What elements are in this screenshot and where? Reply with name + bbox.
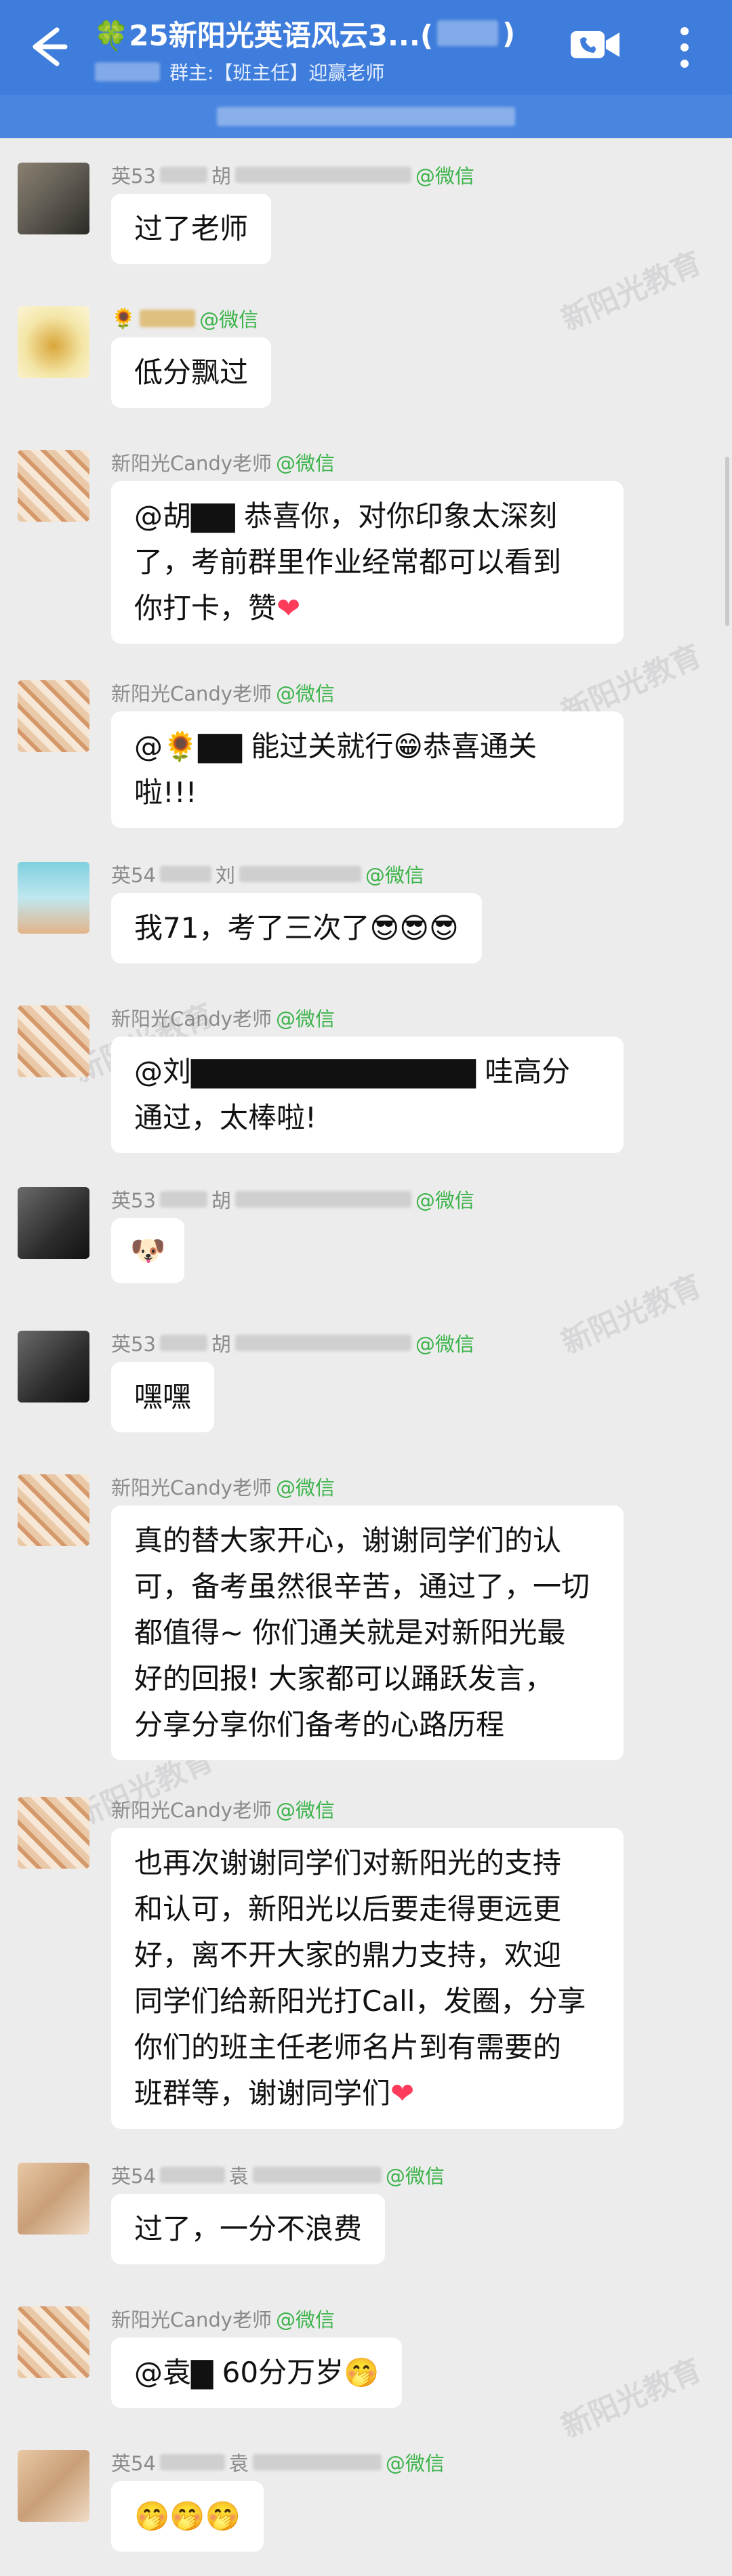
sender-name: 英54 袁 @微信	[111, 2163, 445, 2188]
watermark: 新阳光教育	[556, 245, 707, 338]
scrollbar[interactable]	[725, 457, 729, 626]
avatar[interactable]	[18, 2163, 89, 2235]
sender-name: 英54 刘 @微信	[111, 862, 424, 887]
sender-name: 新阳光Candy老师 @微信	[111, 1474, 335, 1499]
sender-name: 新阳光Candy老师 @微信	[111, 2306, 335, 2331]
chat-subtitle: 群主:【班主任】迎赢老师	[95, 57, 384, 87]
avatar[interactable]	[18, 862, 89, 934]
message-bubble[interactable]: 也再次谢谢同学们对新阳光的支持 和认可，新阳光以后要走得更远更 好，离不开大家的…	[111, 1828, 624, 2129]
message-bubble[interactable]: @🌻▇▇ 能过关就行😁恭喜通关 啦!!!	[111, 711, 624, 828]
sender-name: 英53 胡 @微信	[111, 1187, 474, 1212]
wechat-tag: @微信	[275, 1476, 335, 1499]
sender-name: 新阳光Candy老师 @微信	[111, 450, 335, 475]
message-bubble[interactable]: @刘▇▇▇▇▇▇▇▇▇▇▇▇▇ 哇高分 通过，太棒啦!	[111, 1037, 624, 1153]
wechat-tag: @微信	[415, 1333, 474, 1356]
wechat-tag: @微信	[275, 452, 335, 475]
chat-title[interactable]: 🍀25新阳光英语风云3...( )	[94, 12, 515, 54]
wechat-tag: @微信	[385, 2452, 445, 2475]
chat-message-list[interactable]: 新阳光教育 新阳光教育 新阳光教育 新阳光教育 新阳光教育 新阳光教育 英53 …	[0, 138, 732, 2576]
group-name: 🍀25新阳光英语风云3...(	[94, 18, 434, 52]
avatar[interactable]	[18, 680, 89, 752]
sender-name: 🌻 @微信	[111, 306, 259, 332]
sender-name: 英53 胡 @微信	[111, 163, 474, 188]
watermark: 新阳光教育	[556, 1268, 707, 1361]
message-bubble[interactable]: 过了老师	[111, 194, 272, 264]
wechat-tag: @微信	[275, 1799, 335, 1822]
wechat-tag: @微信	[415, 1189, 474, 1212]
message-bubble[interactable]: 真的替大家开心，谢谢同学们的认 可，备考虽然很辛苦，通过了，一切 都值得~ 你们…	[111, 1505, 624, 1760]
avatar[interactable]	[18, 163, 89, 234]
sender-name: 英53 胡 @微信	[111, 1331, 474, 1356]
avatar[interactable]	[18, 1474, 89, 1546]
message-bubble[interactable]: @胡▇▇ 恭喜你，对你印象太深刻 了，考前群里作业经常都可以看到 你打卡，赞❤	[111, 481, 624, 644]
avatar[interactable]	[18, 306, 89, 378]
message-bubble[interactable]: @袁▇ 60分万岁🤭	[111, 2338, 403, 2408]
doge-emoji: 🐶	[130, 1234, 166, 1267]
redacted-announcement	[217, 107, 515, 126]
message-bubble[interactable]: 过了，一分不浪费	[111, 2194, 386, 2264]
wechat-tag: @微信	[275, 682, 335, 705]
message-bubble[interactable]: 嘿嘿	[111, 1362, 215, 1432]
sender-name: 新阳光Candy老师 @微信	[111, 680, 335, 705]
back-arrow-icon[interactable]	[16, 16, 77, 77]
message-bubble[interactable]: 🤭🤭🤭	[111, 2481, 264, 2552]
heart-emoji: ❤	[277, 591, 301, 625]
announcement-strip[interactable]	[0, 95, 732, 138]
avatar[interactable]	[18, 1005, 89, 1077]
sender-name: 新阳光Candy老师 @微信	[111, 1797, 335, 1822]
wechat-tag: @微信	[385, 2165, 445, 2188]
avatar[interactable]	[18, 2450, 89, 2522]
avatar[interactable]	[18, 2306, 89, 2378]
sender-name: 新阳光Candy老师 @微信	[111, 1005, 335, 1031]
wechat-tag: @微信	[415, 165, 474, 188]
avatar[interactable]	[18, 450, 89, 522]
watermark: 新阳光教育	[556, 2352, 707, 2445]
group-owner-label: 群主:【班主任】迎赢老师	[169, 62, 385, 84]
heart-emoji: ❤	[390, 2077, 415, 2110]
avatar[interactable]	[18, 1797, 89, 1869]
video-call-icon[interactable]	[568, 26, 622, 64]
sender-name: 英54 袁 @微信	[111, 2450, 445, 2475]
redacted-subtitle	[95, 62, 160, 81]
wechat-tag: @微信	[199, 308, 259, 331]
chat-header: 🍀25新阳光英语风云3...( ) 群主:【班主任】迎赢老师	[0, 0, 732, 138]
wechat-tag: @微信	[275, 1007, 335, 1031]
message-bubble[interactable]: 🐶	[111, 1218, 185, 1283]
message-bubble[interactable]: 我71，考了三次了😎😎😎	[111, 893, 482, 963]
avatar[interactable]	[18, 1331, 89, 1403]
wechat-tag: @微信	[365, 864, 424, 887]
more-options-icon[interactable]	[671, 20, 698, 75]
group-name-suffix: )	[502, 16, 516, 50]
message-bubble[interactable]: 低分飘过	[111, 337, 272, 408]
wechat-tag: @微信	[275, 2308, 335, 2331]
avatar[interactable]	[18, 1187, 89, 1259]
redacted-count	[437, 20, 499, 46]
